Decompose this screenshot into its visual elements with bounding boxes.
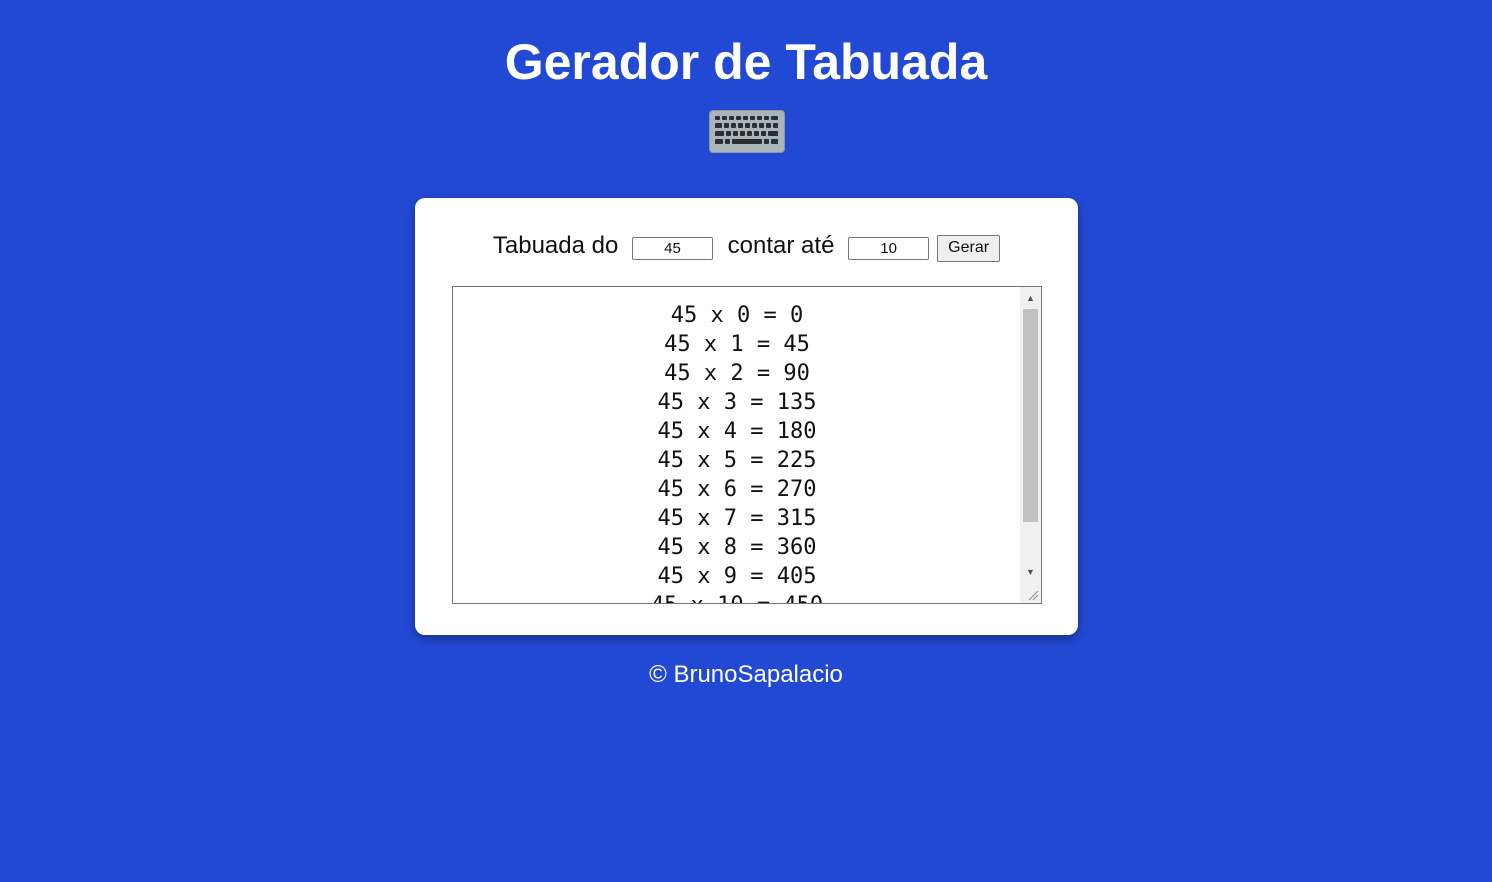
result-line: 45 x 0 = 0 [670, 303, 804, 328]
tabuada-form: Tabuada do contar até Gerar [415, 228, 1078, 264]
result-lines: 45 x 0 = 0 45 x 1 = 45 45 x 2 = 90 45 x 3 =… [453, 301, 1021, 603]
result-line: 45 x 2 = 90 [664, 361, 810, 386]
result-line: 45 x 9 = 405 [657, 564, 817, 589]
result-scrollbar[interactable]: ▲ ▼ [1020, 287, 1041, 581]
result-line: 45 x 3 = 135 [657, 390, 817, 415]
result-line: 45 x 4 = 180 [657, 419, 817, 444]
generate-button[interactable]: Gerar [937, 234, 1001, 262]
number-label: Tabuada do [492, 232, 626, 259]
page: Gerador de Tabuada Tabuada do 45 contar … [0, 0, 1492, 882]
number-input[interactable] [632, 236, 714, 260]
resize-grip-icon[interactable] [1020, 581, 1041, 603]
count-label: contar até [721, 232, 842, 259]
scroll-down-arrow-icon[interactable]: ▼ [1020, 564, 1041, 581]
result-line: 45 x 5 = 225 [657, 448, 817, 473]
page-title: Gerador de Tabuada [504, 34, 988, 90]
keyboard-icon [709, 110, 785, 153]
footer-copyright: © BrunoSapalacio [649, 661, 843, 688]
result-line: 45 x 8 = 360 [657, 535, 817, 560]
result-line: 45 x 7 = 315 [657, 506, 817, 531]
result-line: 45 x 1 = 45 [664, 332, 810, 357]
count-input[interactable] [848, 236, 930, 260]
scroll-up-arrow-icon[interactable]: ▲ [1020, 290, 1041, 307]
scroll-thumb[interactable] [1023, 309, 1038, 522]
result-line: 45 x 6 = 270 [657, 477, 817, 502]
result-line: 45 x 10 = 450 [453, 591, 1021, 603]
result-textarea[interactable]: 45 x 0 = 0 45 x 1 = 45 45 x 2 = 90 45 x 3 =… [452, 286, 1042, 604]
